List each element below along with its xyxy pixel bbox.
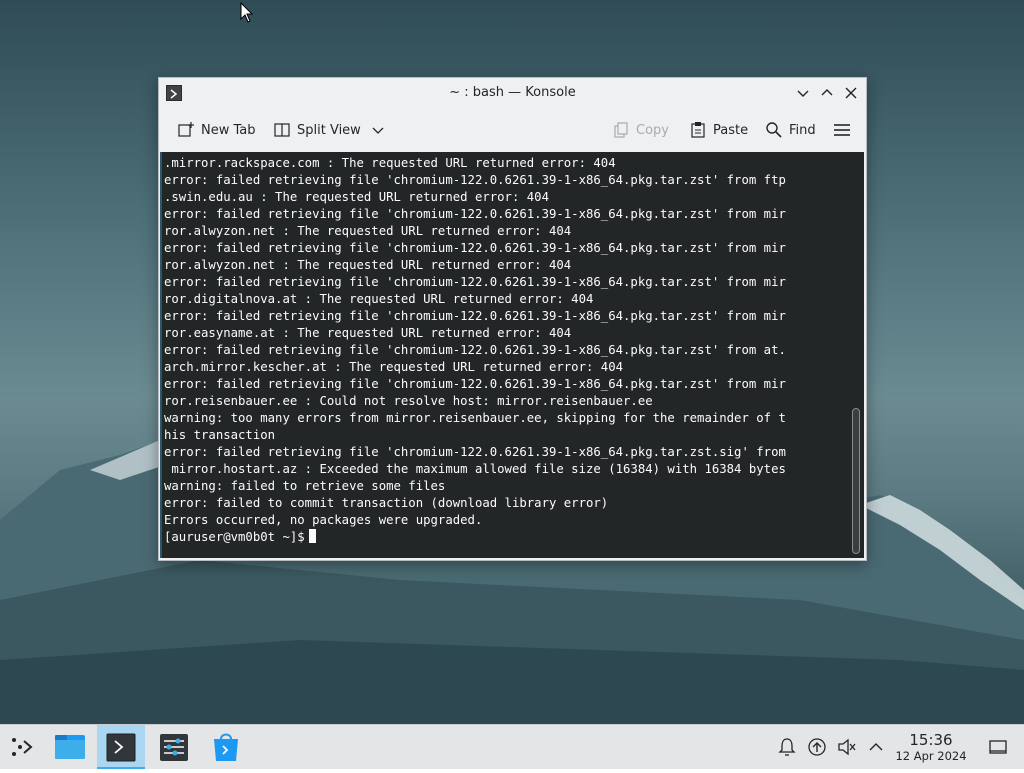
maximize-icon[interactable] — [817, 83, 837, 103]
terminal-line: error: failed retrieving file 'chromium-… — [164, 173, 786, 187]
shell-prompt: [auruser@vm0b0t ~]$ — [164, 530, 305, 544]
terminal-line: ror.alwyzon.net : The requested URL retu… — [164, 224, 572, 238]
taskbar-discover[interactable] — [202, 725, 250, 769]
copy-button[interactable]: Copy — [612, 112, 669, 148]
updates-icon[interactable] — [807, 737, 827, 757]
minimize-icon[interactable] — [793, 83, 813, 103]
terminal-line: error: failed retrieving file 'chromium-… — [164, 275, 786, 289]
terminal-output[interactable]: .mirror.rackspace.com : The requested UR… — [164, 155, 844, 546]
taskbar-file-manager[interactable] — [46, 725, 94, 769]
application-launcher-icon — [12, 738, 33, 756]
terminal-focus-indicator — [160, 152, 162, 558]
terminal-line: mirror.hostart.az : Exceeded the maximum… — [164, 462, 786, 476]
terminal-line: error: failed retrieving file 'chromium-… — [164, 207, 786, 221]
split-view-label: Split View — [297, 122, 361, 138]
show-desktop-icon[interactable] — [988, 737, 1008, 757]
file-manager-icon — [55, 735, 85, 759]
find-label: Find — [789, 122, 816, 138]
terminal-line: error: failed retrieving file 'chromium-… — [164, 309, 786, 323]
taskbar-panel: 15:36 12 Apr 2024 — [0, 724, 1024, 769]
terminal-line: his transaction — [164, 428, 276, 442]
terminal-line: ror.reisenbauer.ee : Could not resolve h… — [164, 394, 653, 408]
new-tab-button[interactable]: New Tab — [177, 112, 256, 148]
window-title: ~ : bash — Konsole — [449, 85, 576, 100]
terminal-line: ror.easyname.at : The requested URL retu… — [164, 326, 572, 340]
discover-store-icon — [214, 733, 238, 761]
paste-icon — [691, 122, 705, 138]
copy-icon — [614, 122, 628, 138]
tray-expand-icon[interactable] — [866, 737, 886, 757]
terminal-line: error: failed to commit transaction (dow… — [164, 496, 609, 510]
terminal-line: error: failed retrieving file 'chromium-… — [164, 241, 786, 255]
window-titlebar[interactable]: ~ : bash — Konsole — [159, 78, 866, 108]
text-cursor — [308, 529, 316, 543]
chevron-down-icon[interactable] — [371, 123, 385, 137]
copy-label: Copy — [636, 122, 669, 138]
konsole-window: ~ : bash — Konsole New Tab Split View Co… — [158, 77, 867, 561]
terminal-line: .swin.edu.au : The requested URL returne… — [164, 190, 549, 204]
terminal-line: warning: failed to retrieve some files — [164, 479, 446, 493]
konsole-toolbar: New Tab Split View Copy Paste Find — [159, 112, 866, 148]
split-view-button[interactable]: Split View — [273, 112, 385, 148]
taskbar-konsole[interactable] — [97, 725, 145, 769]
terminal-view[interactable]: .mirror.rackspace.com : The requested UR… — [160, 152, 864, 558]
terminal-line: ror.digitalnova.at : The requested URL r… — [164, 292, 594, 306]
new-tab-icon — [178, 122, 194, 137]
konsole-icon — [106, 733, 136, 762]
find-button[interactable]: Find — [765, 112, 816, 148]
mouse-pointer-icon — [240, 2, 254, 23]
terminal-line: arch.mirror.kescher.at : The requested U… — [164, 360, 624, 374]
terminal-prompt-line[interactable]: [auruser@vm0b0t ~]$ — [164, 529, 844, 546]
new-tab-label: New Tab — [201, 122, 256, 138]
notifications-icon[interactable] — [777, 737, 797, 757]
clock-time[interactable]: 15:36 — [900, 731, 962, 749]
hamburger-menu-button[interactable] — [833, 112, 857, 148]
hamburger-menu-icon — [834, 124, 850, 136]
taskbar-system-settings[interactable] — [150, 725, 198, 769]
split-view-icon — [274, 123, 290, 137]
paste-label: Paste — [713, 122, 749, 138]
terminal-line: error: failed retrieving file 'chromium-… — [164, 377, 786, 391]
volume-muted-icon[interactable] — [837, 737, 857, 757]
search-icon — [766, 122, 782, 138]
system-settings-icon — [160, 734, 188, 761]
paste-button[interactable]: Paste — [689, 112, 748, 148]
terminal-line: Errors occurred, no packages were upgrad… — [164, 513, 483, 527]
terminal-line: ror.alwyzon.net : The requested URL retu… — [164, 258, 572, 272]
application-launcher-button[interactable] — [0, 725, 48, 769]
terminal-line: warning: too many errors from mirror.rei… — [164, 411, 786, 425]
clock-date[interactable]: 12 Apr 2024 — [890, 749, 972, 763]
terminal-line: error: failed retrieving file 'chromium-… — [164, 445, 786, 459]
terminal-scrollbar[interactable] — [852, 408, 860, 554]
terminal-line: error: failed retrieving file 'chromium-… — [164, 343, 786, 357]
close-icon[interactable] — [841, 83, 861, 103]
terminal-line: .mirror.rackspace.com : The requested UR… — [164, 156, 616, 170]
